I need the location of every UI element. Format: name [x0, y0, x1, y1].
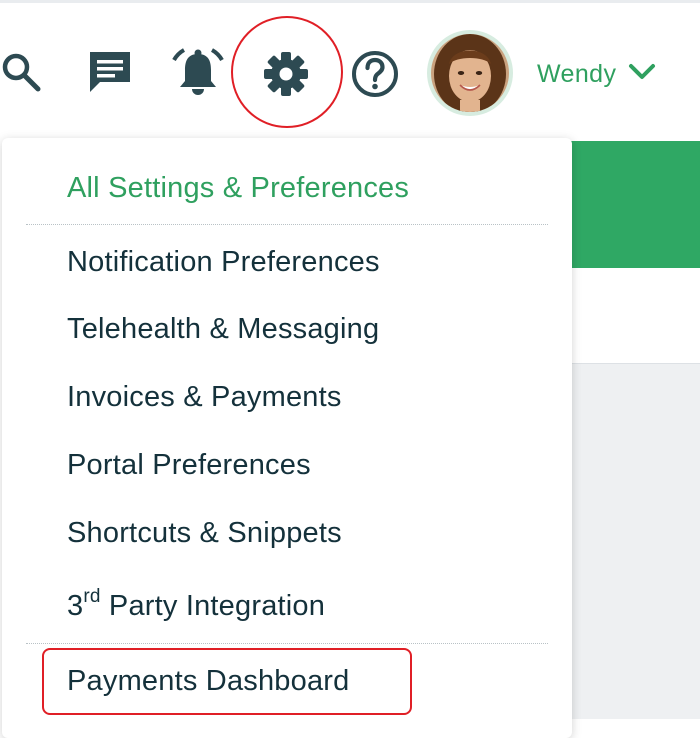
bell-icon[interactable] [172, 46, 224, 98]
menu-item-notification-preferences[interactable]: Notification Preferences [67, 246, 380, 279]
all-settings-link[interactable]: All Settings & Preferences [67, 172, 409, 205]
search-icon[interactable] [0, 50, 44, 94]
third-party-suffix: Party Integration [100, 590, 326, 622]
page-content-area [568, 364, 700, 719]
third-party-superscript: rd [83, 586, 101, 607]
avatar[interactable] [427, 30, 513, 116]
settings-dropdown-menu: All Settings & Preferences Notification … [2, 138, 572, 738]
chevron-down-icon [628, 63, 656, 86]
menu-divider [26, 643, 548, 644]
gear-icon[interactable] [262, 50, 310, 98]
menu-divider [26, 224, 548, 225]
menu-item-portal-preferences[interactable]: Portal Preferences [67, 449, 311, 482]
top-navigation: Wendy [0, 0, 700, 140]
menu-item-telehealth-messaging[interactable]: Telehealth & Messaging [67, 313, 379, 346]
page-subheader [568, 268, 700, 364]
user-name: Wendy [537, 59, 617, 88]
menu-item-shortcuts-snippets[interactable]: Shortcuts & Snippets [67, 517, 342, 550]
menu-item-third-party-integration[interactable]: 3rd Party Integration [67, 587, 326, 623]
third-party-prefix: 3 [67, 590, 84, 622]
help-icon[interactable] [350, 49, 400, 99]
menu-item-invoices-payments[interactable]: Invoices & Payments [67, 381, 342, 414]
page-banner [568, 141, 700, 268]
chat-icon[interactable] [86, 48, 134, 96]
menu-item-payments-dashboard[interactable]: Payments Dashboard [67, 665, 349, 698]
user-menu[interactable]: Wendy [537, 58, 656, 90]
